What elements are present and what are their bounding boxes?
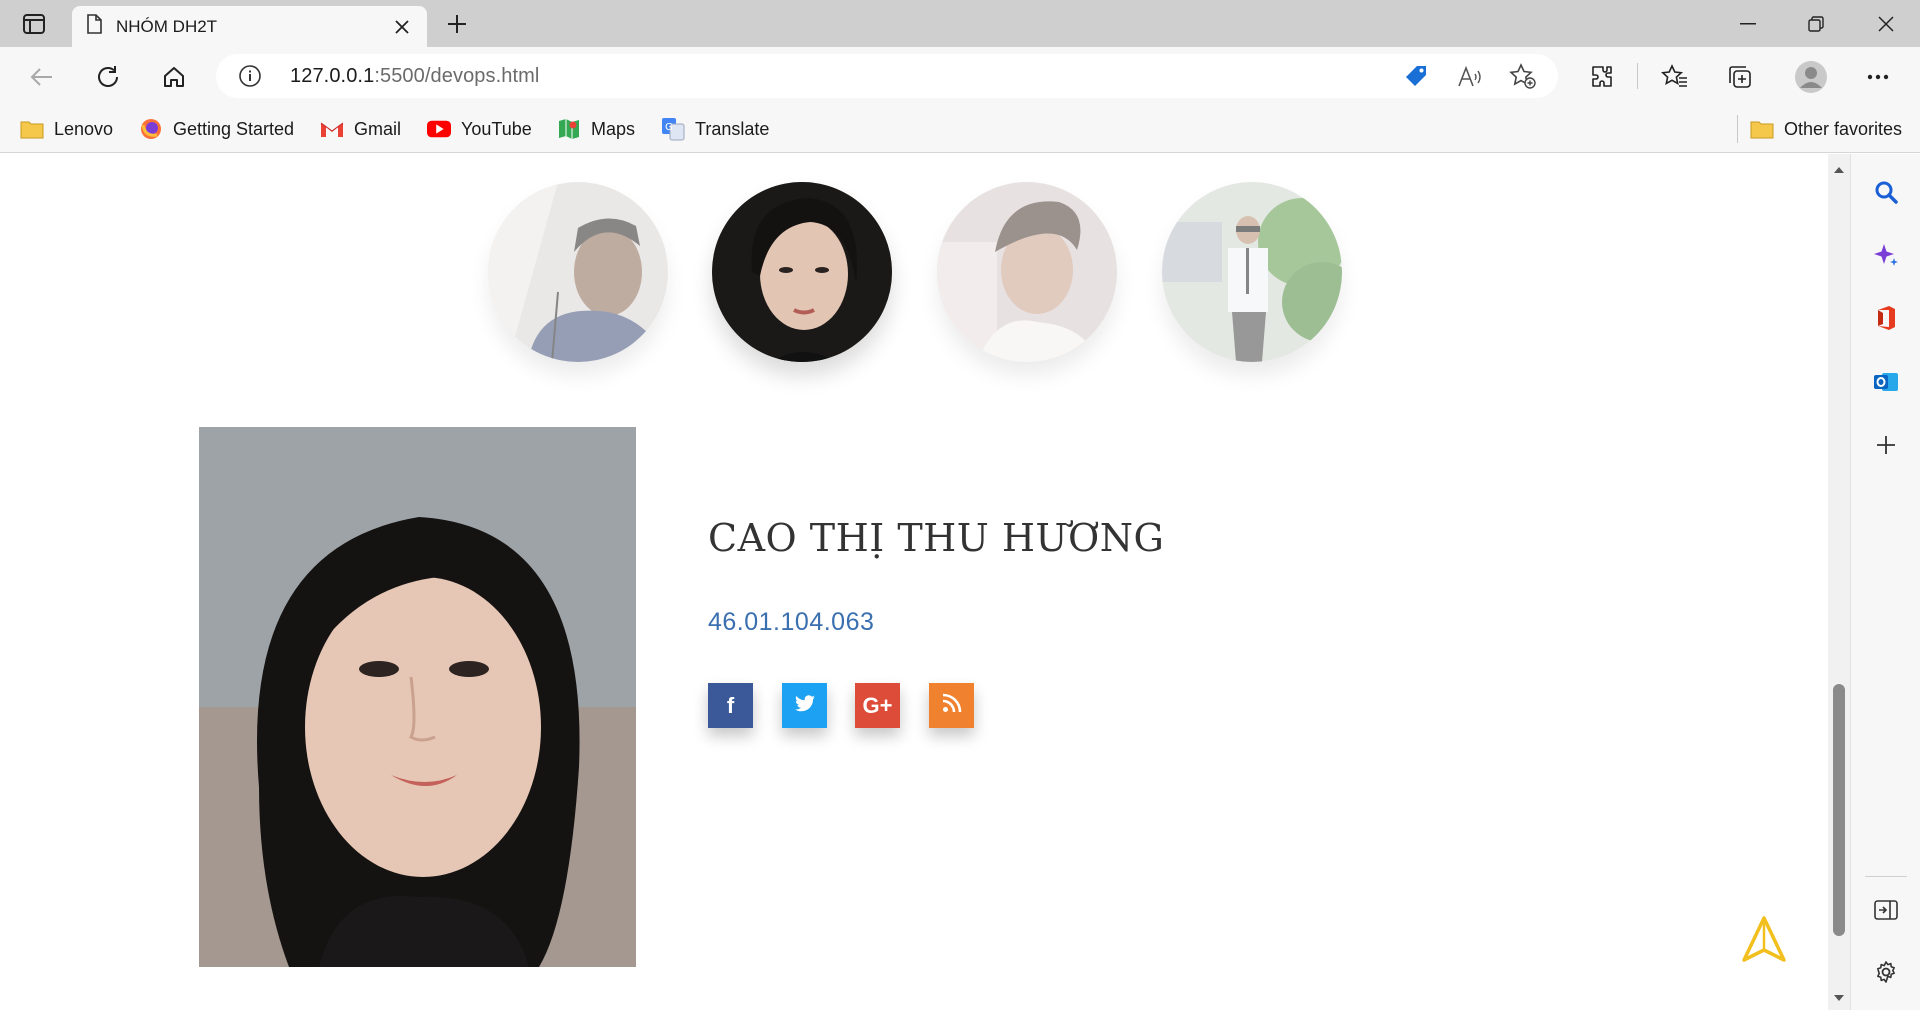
facebook-icon: f — [726, 692, 735, 718]
maps-icon — [557, 117, 581, 141]
bookmark-label: Maps — [591, 118, 636, 139]
browser-toolbar: 127.0.0.1:5500/devops.html — [0, 47, 1920, 105]
bookmark-label: Translate — [695, 118, 770, 139]
rss-icon — [942, 693, 962, 719]
facebook-button[interactable]: f — [708, 683, 753, 728]
twitter-button[interactable] — [782, 683, 827, 728]
scrollbar-thumb[interactable] — [1833, 684, 1845, 936]
google-plus-button[interactable]: G+ — [855, 683, 900, 728]
bookmark-lenovo[interactable]: Lenovo — [20, 115, 113, 143]
scroll-down-icon[interactable] — [1833, 990, 1845, 1002]
bookmark-label: Gmail — [354, 118, 402, 139]
more-menu-icon[interactable] — [1860, 59, 1896, 95]
close-window-icon[interactable] — [1852, 0, 1920, 47]
restore-icon[interactable] — [1782, 0, 1850, 47]
extensions-icon[interactable] — [1583, 59, 1619, 95]
member-student-id: 46.01.104.063 — [708, 608, 875, 636]
folder-icon — [20, 117, 44, 141]
tab-bar: NHÓM DH2T — [0, 0, 1920, 47]
home-icon[interactable] — [156, 59, 192, 95]
bookmark-gmail[interactable]: Gmail — [320, 115, 401, 143]
search-icon[interactable] — [1868, 174, 1904, 210]
svg-text:G: G — [665, 122, 673, 133]
outlook-icon[interactable] — [1868, 364, 1904, 400]
firefox-icon — [139, 117, 163, 141]
site-info-icon[interactable] — [238, 64, 262, 93]
sidebar-separator — [1865, 876, 1907, 877]
active-tab[interactable]: NHÓM DH2T — [72, 6, 427, 47]
office-icon[interactable] — [1868, 300, 1904, 336]
member-photo — [199, 427, 636, 967]
close-tab-icon[interactable] — [391, 16, 413, 38]
member-avatar-4[interactable] — [1162, 182, 1342, 362]
folder-icon — [1750, 117, 1774, 141]
minimize-icon[interactable] — [1714, 0, 1782, 47]
add-favorite-icon[interactable] — [1508, 62, 1538, 92]
url-path: :5500/devops.html — [374, 65, 540, 87]
rss-button[interactable] — [929, 683, 974, 728]
tab-title: NHÓM DH2T — [116, 16, 218, 36]
bookmark-other-favorites[interactable]: Other favorites — [1750, 115, 1902, 143]
hide-sidebar-icon[interactable] — [1868, 892, 1904, 928]
member-avatar-3[interactable] — [937, 182, 1117, 362]
address-bar[interactable]: 127.0.0.1:5500/devops.html — [216, 54, 1558, 98]
bookmarks-separator — [1737, 115, 1738, 143]
url-text[interactable]: 127.0.0.1:5500/devops.html — [290, 65, 539, 88]
new-tab-icon[interactable] — [440, 8, 474, 40]
tab-actions-icon[interactable] — [18, 10, 50, 38]
member-name: CAO THỊ THU HƯƠNG — [708, 516, 1165, 560]
read-aloud-icon[interactable] — [1455, 62, 1485, 92]
add-sidebar-app-icon[interactable] — [1868, 427, 1904, 463]
translate-icon: G — [661, 117, 685, 141]
bookmark-maps[interactable]: Maps — [557, 115, 635, 143]
google-plus-icon: G+ — [862, 692, 893, 718]
refresh-icon[interactable] — [90, 59, 126, 95]
member-avatar-1[interactable] — [488, 182, 668, 362]
bookmark-getting-started[interactable]: Getting Started — [139, 115, 294, 143]
bookmark-translate[interactable]: G Translate — [661, 115, 769, 143]
shopping-tag-icon[interactable] — [1401, 62, 1431, 92]
bookmark-label: YouTube — [461, 118, 532, 139]
bookmark-label: Getting Started — [173, 118, 295, 139]
scroll-up-icon[interactable] — [1833, 162, 1845, 174]
youtube-icon — [427, 117, 451, 141]
twitter-icon — [794, 693, 816, 719]
page-scrollbar[interactable] — [1828, 154, 1850, 1010]
back-to-top-icon[interactable] — [1738, 914, 1790, 966]
toolbar-separator — [1637, 63, 1638, 89]
member-avatar-2-active[interactable] — [712, 182, 892, 362]
edge-sidebar — [1850, 154, 1920, 1010]
settings-gear-icon[interactable] — [1868, 954, 1904, 990]
bookmark-label: Other favorites — [1784, 118, 1903, 139]
collections-icon[interactable] — [1722, 59, 1758, 95]
bookmark-youtube[interactable]: YouTube — [427, 115, 532, 143]
bookmark-label: Lenovo — [54, 118, 114, 139]
copilot-sparkle-icon[interactable] — [1868, 237, 1904, 273]
favorites-icon[interactable] — [1657, 59, 1693, 95]
back-icon[interactable] — [24, 59, 60, 95]
profile-avatar-icon[interactable] — [1791, 57, 1831, 97]
gmail-icon — [320, 117, 344, 141]
bookmarks-bar: Lenovo Getting Started Gmail YouTube Map… — [0, 105, 1920, 153]
url-host: 127.0.0.1 — [290, 65, 375, 87]
page-icon — [86, 14, 102, 39]
page-viewport: CAO THỊ THU HƯƠNG 46.01.104.063 f G+ — [0, 154, 1828, 1010]
